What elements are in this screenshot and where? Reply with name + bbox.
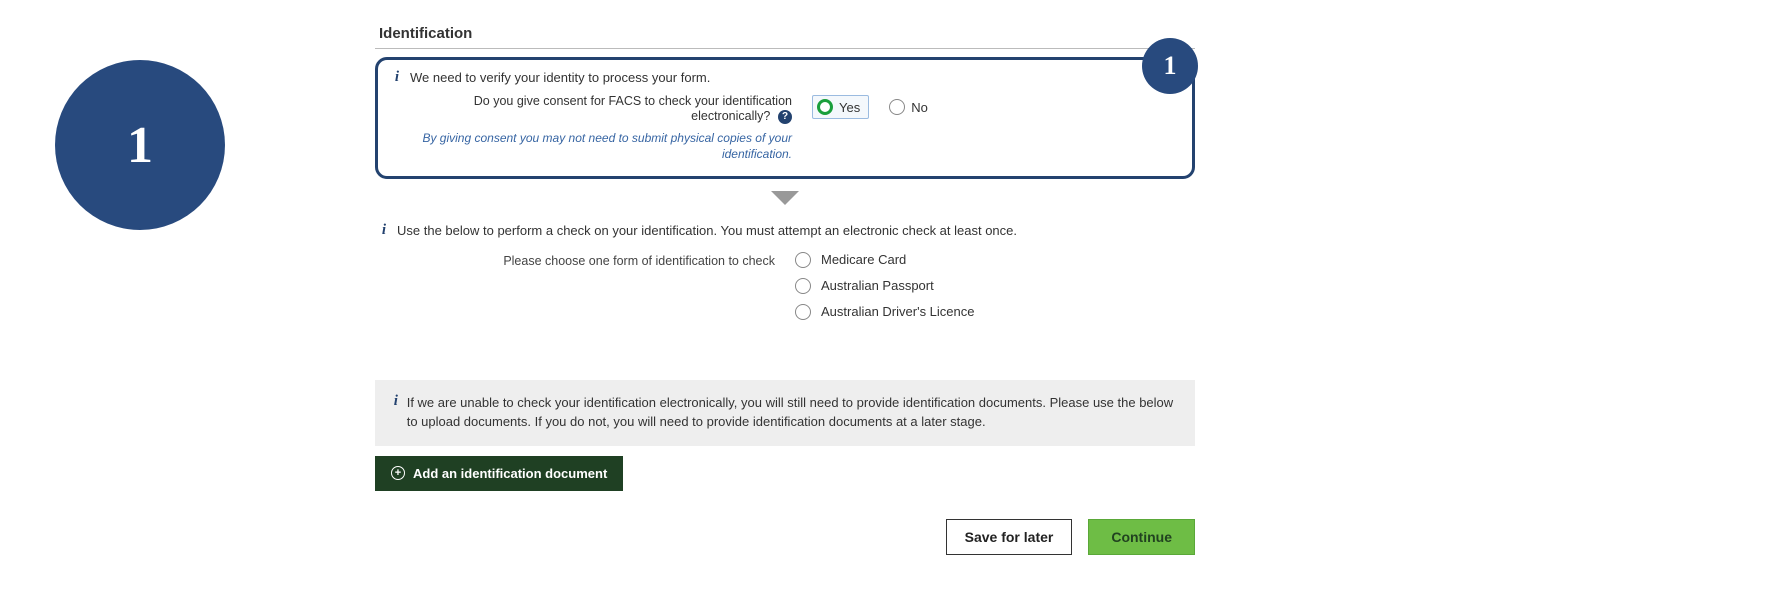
step-badge-large: 1 — [55, 60, 225, 230]
id-option-label: Australian Driver's Licence — [821, 304, 975, 319]
save-label: Save for later — [965, 529, 1054, 545]
section-divider — [375, 48, 1195, 49]
info-icon: i — [392, 70, 402, 85]
continue-button[interactable]: Continue — [1088, 519, 1195, 555]
fallback-notice: i If we are unable to check your identif… — [375, 380, 1195, 446]
chevron-down-icon — [771, 191, 799, 205]
continue-label: Continue — [1111, 529, 1172, 545]
consent-heading-row: i We need to verify your identity to pro… — [392, 70, 1178, 85]
info-icon: i — [393, 394, 399, 432]
radio-icon — [795, 304, 811, 320]
radio-icon — [817, 99, 833, 115]
consent-question: Do you give consent for FACS to check yo… — [474, 94, 792, 123]
identification-form: Identification 1 i We need to verify you… — [375, 25, 1195, 555]
choose-id-label: Please choose one form of identification… — [375, 252, 775, 268]
id-option-licence[interactable]: Australian Driver's Licence — [795, 304, 975, 320]
id-option-label: Medicare Card — [821, 252, 906, 267]
step-badge-small-text: 1 — [1164, 51, 1177, 81]
consent-option-no[interactable]: No — [889, 99, 928, 115]
id-option-label: Australian Passport — [821, 278, 934, 293]
consent-hint: By giving consent you may not need to su… — [412, 130, 792, 162]
step-badge-small: 1 — [1142, 38, 1198, 94]
consent-panel: 1 i We need to verify your identity to p… — [375, 57, 1195, 179]
save-for-later-button[interactable]: Save for later — [946, 519, 1073, 555]
info-icon: i — [379, 223, 389, 238]
fallback-notice-text: If we are unable to check your identific… — [407, 394, 1177, 432]
consent-option-yes-label: Yes — [839, 100, 860, 115]
consent-option-no-label: No — [911, 100, 928, 115]
section-title: Identification — [379, 25, 1195, 42]
check-heading-row: i Use the below to perform a check on yo… — [379, 223, 1195, 238]
id-option-passport[interactable]: Australian Passport — [795, 278, 975, 294]
radio-icon — [795, 252, 811, 268]
radio-icon — [795, 278, 811, 294]
add-document-button[interactable]: + Add an identification document — [375, 456, 623, 491]
step-badge-large-text: 1 — [127, 116, 153, 175]
plus-circle-icon: + — [391, 466, 405, 480]
id-option-medicare[interactable]: Medicare Card — [795, 252, 975, 268]
check-heading: Use the below to perform a check on your… — [397, 223, 1017, 238]
consent-heading: We need to verify your identity to proce… — [410, 70, 710, 85]
add-document-label: Add an identification document — [413, 466, 607, 481]
radio-icon — [889, 99, 905, 115]
help-icon[interactable]: ? — [778, 110, 792, 124]
consent-option-yes[interactable]: Yes — [812, 95, 869, 119]
